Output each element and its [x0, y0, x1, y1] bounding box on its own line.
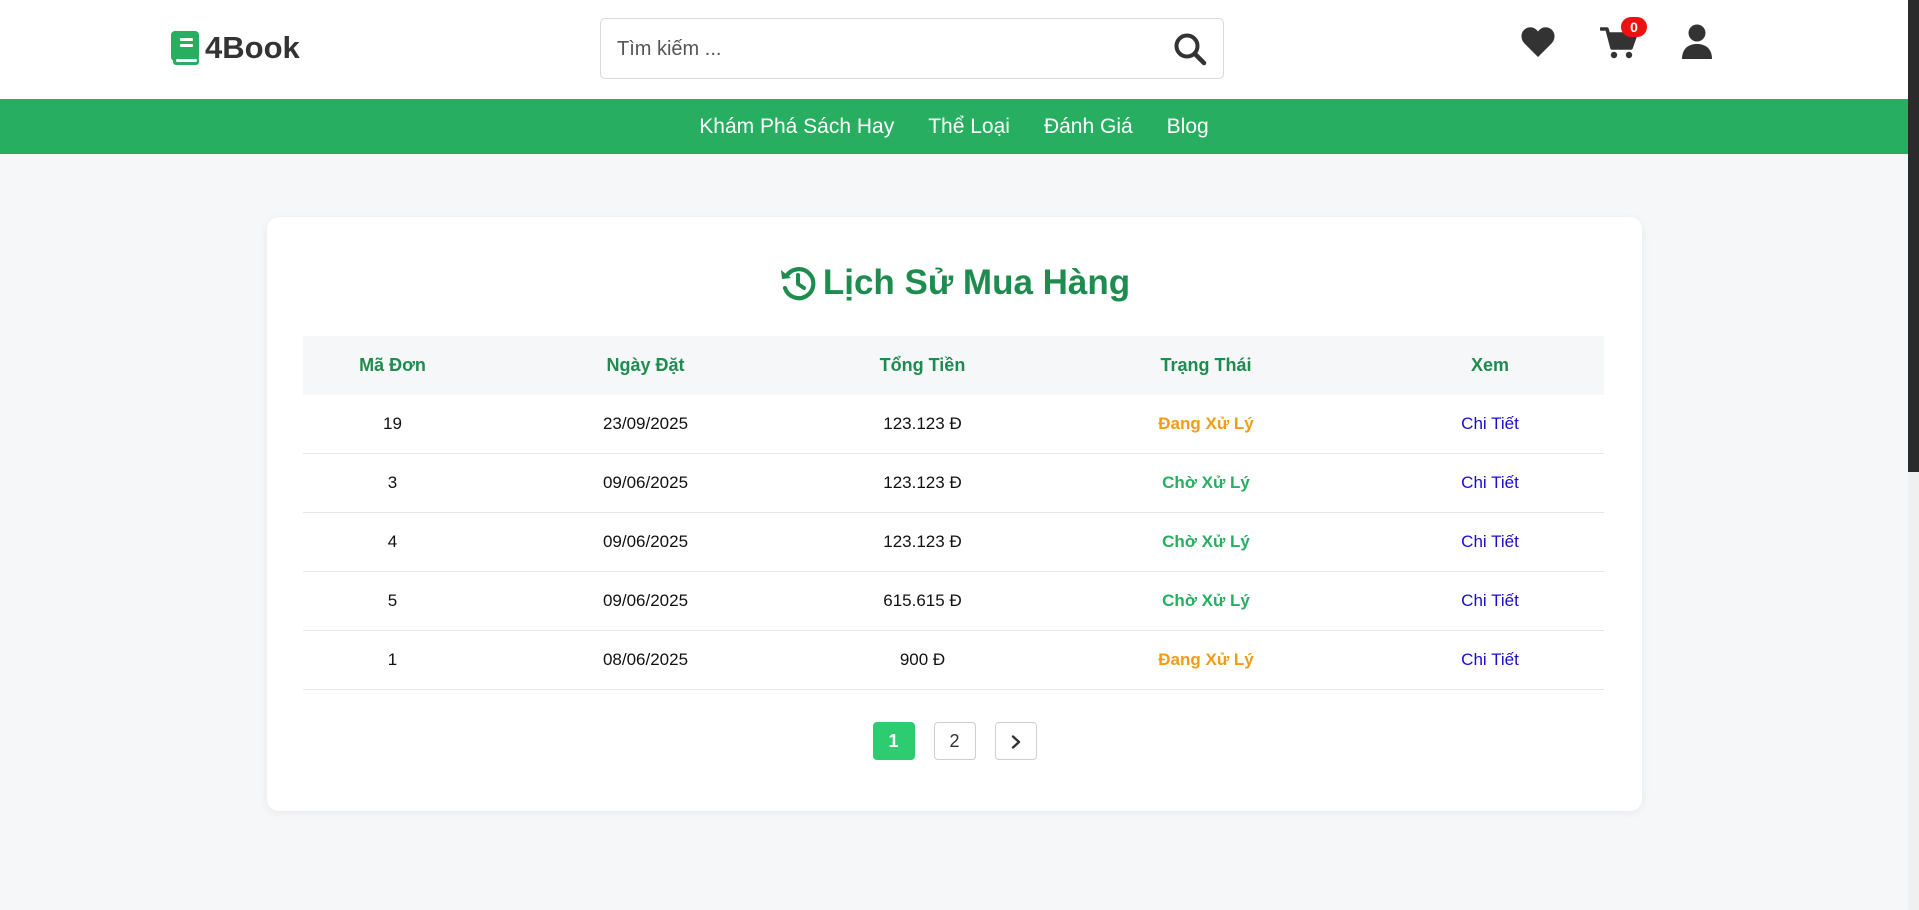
column-header-total: Tổng Tiền	[879, 355, 966, 375]
scrollbar-thumb[interactable]	[1908, 0, 1919, 472]
order-detail-cell: Chi Tiết	[1376, 395, 1604, 454]
order-status: Chờ Xử Lý	[1036, 571, 1376, 631]
column-header-view: Xem	[1470, 355, 1510, 375]
cart-count-badge: 0	[1621, 17, 1647, 37]
order-status: Đang Xử Lý	[1036, 395, 1376, 454]
nav-item-blog[interactable]: Blog	[1167, 115, 1209, 139]
search-bar	[600, 18, 1224, 80]
order-total: 123.123 Đ	[809, 512, 1036, 572]
order-date: 09/06/2025	[482, 512, 809, 572]
order-detail-link[interactable]: Chi Tiết	[1461, 650, 1519, 669]
chevron-right-icon	[1011, 735, 1020, 749]
main-nav: Khám Phá Sách Hay Thể Loại Đánh Giá Blog	[0, 99, 1908, 154]
order-detail-link[interactable]: Chi Tiết	[1461, 414, 1519, 433]
nav-item-explore[interactable]: Khám Phá Sách Hay	[699, 115, 894, 139]
search-input[interactable]	[615, 19, 1159, 80]
page-title-row: Lịch Sử Mua Hàng	[267, 263, 1642, 303]
user-icon[interactable]	[1681, 24, 1713, 60]
order-history-card: Lịch Sử Mua Hàng Mã Đơn Ngày Đặt Tổng Ti…	[267, 217, 1642, 811]
order-status: Đang Xử Lý	[1036, 630, 1376, 690]
column-header-status: Trạng Thái	[1160, 355, 1252, 375]
page-1-button[interactable]: 1	[872, 722, 915, 760]
next-page-button[interactable]	[994, 722, 1037, 760]
scrollbar-track[interactable]	[1908, 0, 1919, 910]
order-status: Chờ Xử Lý	[1036, 453, 1376, 513]
logo[interactable]: 4Book	[171, 30, 300, 66]
order-date: 09/06/2025	[482, 571, 809, 631]
book-icon	[171, 31, 199, 65]
page-2-button[interactable]: 2	[933, 722, 976, 760]
table-row: 4 09/06/2025 123.123 Đ Chờ Xử Lý Chi Tiế…	[303, 512, 1604, 572]
order-id: 5	[303, 571, 482, 631]
order-detail-cell: Chi Tiết	[1376, 453, 1604, 513]
order-date: 08/06/2025	[482, 630, 809, 690]
brand-name: 4Book	[205, 30, 300, 65]
order-total: 123.123 Đ	[809, 453, 1036, 513]
order-id: 3	[303, 453, 482, 513]
order-date: 09/06/2025	[482, 453, 809, 513]
order-detail-link[interactable]: Chi Tiết	[1461, 532, 1519, 551]
nav-item-categories[interactable]: Thể Loại	[928, 115, 1010, 139]
order-history-table: Mã Đơn Ngày Đặt Tổng Tiền Trạng Thái Xem…	[303, 336, 1604, 690]
site-header: 4Book 0	[0, 0, 1908, 99]
column-header-order-date: Ngày Đặt	[606, 355, 685, 375]
table-row: 1 08/06/2025 900 Đ Đang Xử Lý Chi Tiết	[303, 630, 1604, 690]
history-icon	[780, 267, 816, 301]
order-id: 19	[303, 395, 482, 454]
nav-item-reviews[interactable]: Đánh Giá	[1044, 115, 1133, 139]
order-date: 23/09/2025	[482, 395, 809, 454]
order-total: 123.123 Đ	[809, 395, 1036, 454]
order-detail-cell: Chi Tiết	[1376, 630, 1604, 690]
table-row: 5 09/06/2025 615.615 Đ Chờ Xử Lý Chi Tiế…	[303, 571, 1604, 631]
order-detail-link[interactable]: Chi Tiết	[1461, 591, 1519, 610]
table-row: 19 23/09/2025 123.123 Đ Đang Xử Lý Chi T…	[303, 395, 1604, 454]
order-id: 4	[303, 512, 482, 572]
order-total: 615.615 Đ	[809, 571, 1036, 631]
table-row: 3 09/06/2025 123.123 Đ Chờ Xử Lý Chi Tiế…	[303, 453, 1604, 513]
pagination: 1 2	[267, 722, 1642, 760]
order-detail-link[interactable]: Chi Tiết	[1461, 473, 1519, 492]
search-icon[interactable]	[1173, 32, 1207, 66]
order-total: 900 Đ	[809, 630, 1036, 690]
order-detail-cell: Chi Tiết	[1376, 512, 1604, 572]
order-detail-cell: Chi Tiết	[1376, 571, 1604, 631]
table-header-row: Mã Đơn Ngày Đặt Tổng Tiền Trạng Thái Xem	[303, 336, 1604, 395]
order-status: Chờ Xử Lý	[1036, 512, 1376, 572]
order-id: 1	[303, 630, 482, 690]
page-title: Lịch Sử Mua Hàng	[822, 263, 1131, 302]
heart-icon[interactable]	[1521, 26, 1555, 58]
column-header-order-id: Mã Đơn	[359, 355, 426, 375]
